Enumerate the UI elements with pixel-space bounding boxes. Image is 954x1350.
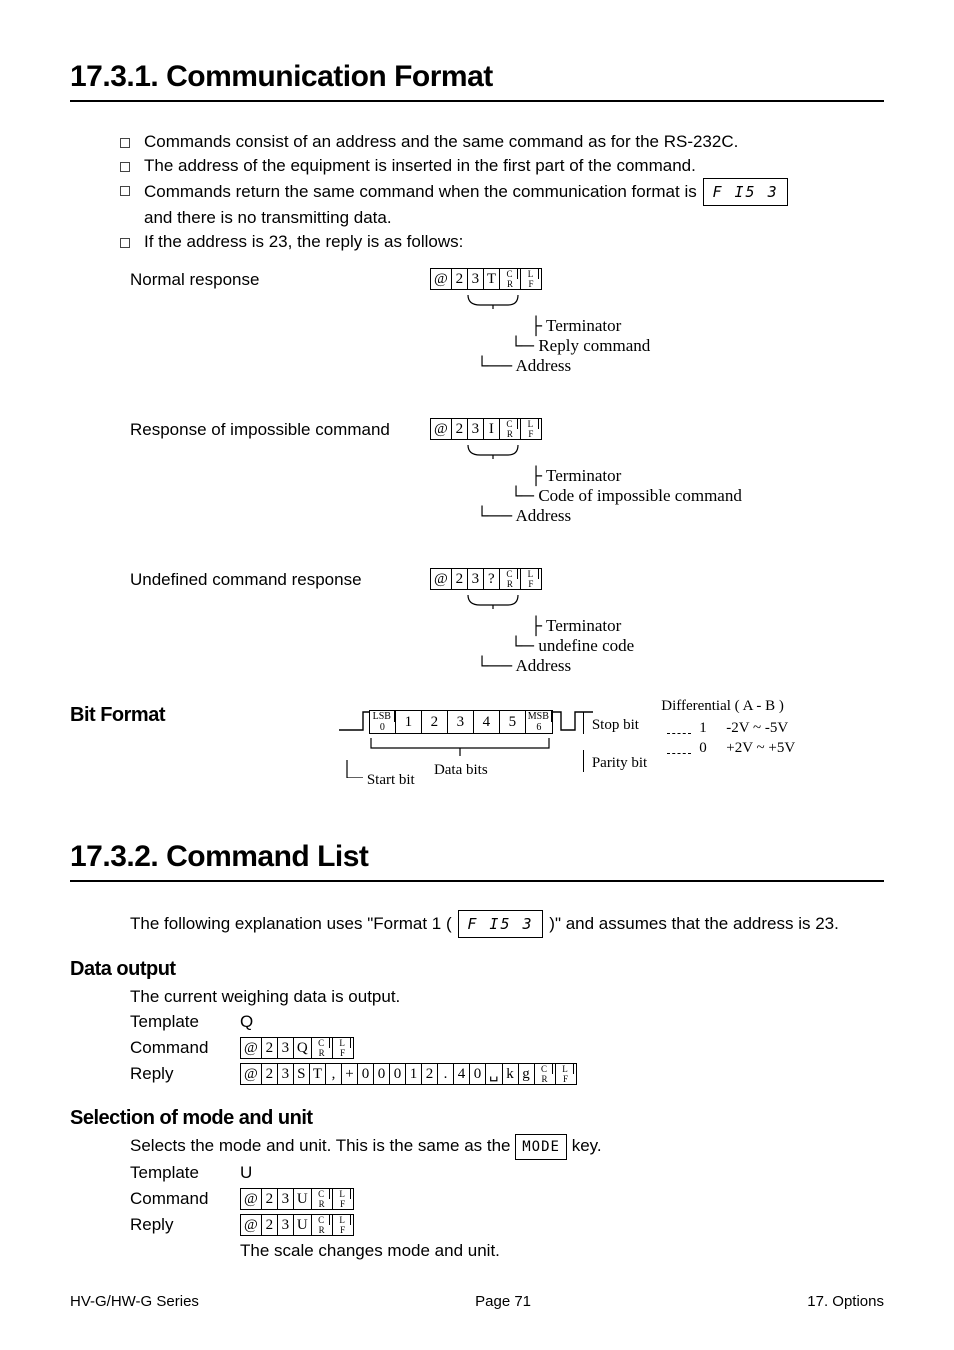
bullet-item: Commands return the same command when th… — [120, 178, 884, 230]
callout: Code of impossible command — [538, 486, 742, 505]
mode-key: MODE — [515, 1134, 567, 1160]
section-title-1: 17.3.1. Communication Format — [70, 60, 884, 102]
response-label: Undefined command response — [130, 568, 430, 590]
callout: Reply command — [538, 336, 650, 355]
response-label: Normal response — [130, 268, 430, 290]
callout: Address — [515, 356, 571, 375]
bit-sequence: LSB0 12345 MSB6 — [369, 710, 553, 734]
parity-bit-label: Parity bit — [583, 750, 647, 772]
bit-format-title: Bit Format — [70, 704, 250, 727]
seg-display: F I5 3 — [458, 910, 542, 938]
callout: Terminator — [546, 316, 621, 335]
bit-format-section: Bit Format LSB0 12345 MSB6 Data bits Sta… — [70, 696, 884, 780]
callout: Terminator — [546, 466, 621, 485]
voltage-levels: Differential ( A - B ) 1 -2V ~ -5V 0 +2V… — [667, 696, 795, 758]
command-bytes: @ 2 3 Q CR LF — [240, 1037, 354, 1059]
page-footer: HV-G/HW-G Series Page 71 17. Options — [70, 1293, 884, 1310]
bullet-item: If the address is 23, the reply is as fo… — [120, 230, 884, 254]
byte-sequence: @ 2 3 I CR LF — [430, 418, 542, 440]
callout: undefine code — [538, 636, 634, 655]
bullet-list: Commands consist of an address and the s… — [120, 130, 884, 254]
data-output-block: The current weighing data is output. Tem… — [130, 985, 884, 1087]
callout: Address — [515, 656, 571, 675]
bullet-item: Commands consist of an address and the s… — [120, 130, 884, 154]
bullet-item: The address of the equipment is inserted… — [120, 154, 884, 178]
callout: Address — [515, 506, 571, 525]
normal-response-row: Normal response @ 2 3 T CR LF ├ Terminat… — [130, 268, 884, 376]
mode-unit-block: Selects the mode and unit. This is the s… — [130, 1134, 884, 1264]
undefined-response-row: Undefined command response @ 2 3 ? CR LF… — [130, 568, 884, 676]
byte-sequence: @ 2 3 ? CR LF — [430, 568, 542, 590]
footer-right: 17. Options — [807, 1293, 884, 1310]
start-bit-label: Start bit — [367, 770, 415, 790]
footer-center: Page 71 — [475, 1293, 531, 1310]
footer-left: HV-G/HW-G Series — [70, 1293, 199, 1310]
seg-display: F I5 3 — [703, 178, 787, 206]
command-bytes: @ 2 3 U CR LF — [240, 1188, 354, 1210]
section-title-2: 17.3.2. Command List — [70, 840, 884, 882]
stop-bit-label: Stop bit — [583, 712, 647, 734]
byte-sequence: @ 2 3 T CR LF — [430, 268, 542, 290]
reply-bytes: @ 2 3 U CR LF — [240, 1214, 354, 1236]
mode-unit-title: Selection of mode and unit — [70, 1107, 884, 1130]
callout: Terminator — [546, 616, 621, 635]
data-output-title: Data output — [70, 958, 884, 981]
response-label: Response of impossible command — [130, 418, 430, 440]
reply-bytes: @ 2 3 S T , + 0 0 0 1 2 . 4 0 ␣ k g CR L… — [240, 1063, 577, 1085]
intro-paragraph: The following explanation uses "Format 1… — [130, 910, 884, 938]
impossible-response-row: Response of impossible command @ 2 3 I C… — [130, 418, 884, 526]
